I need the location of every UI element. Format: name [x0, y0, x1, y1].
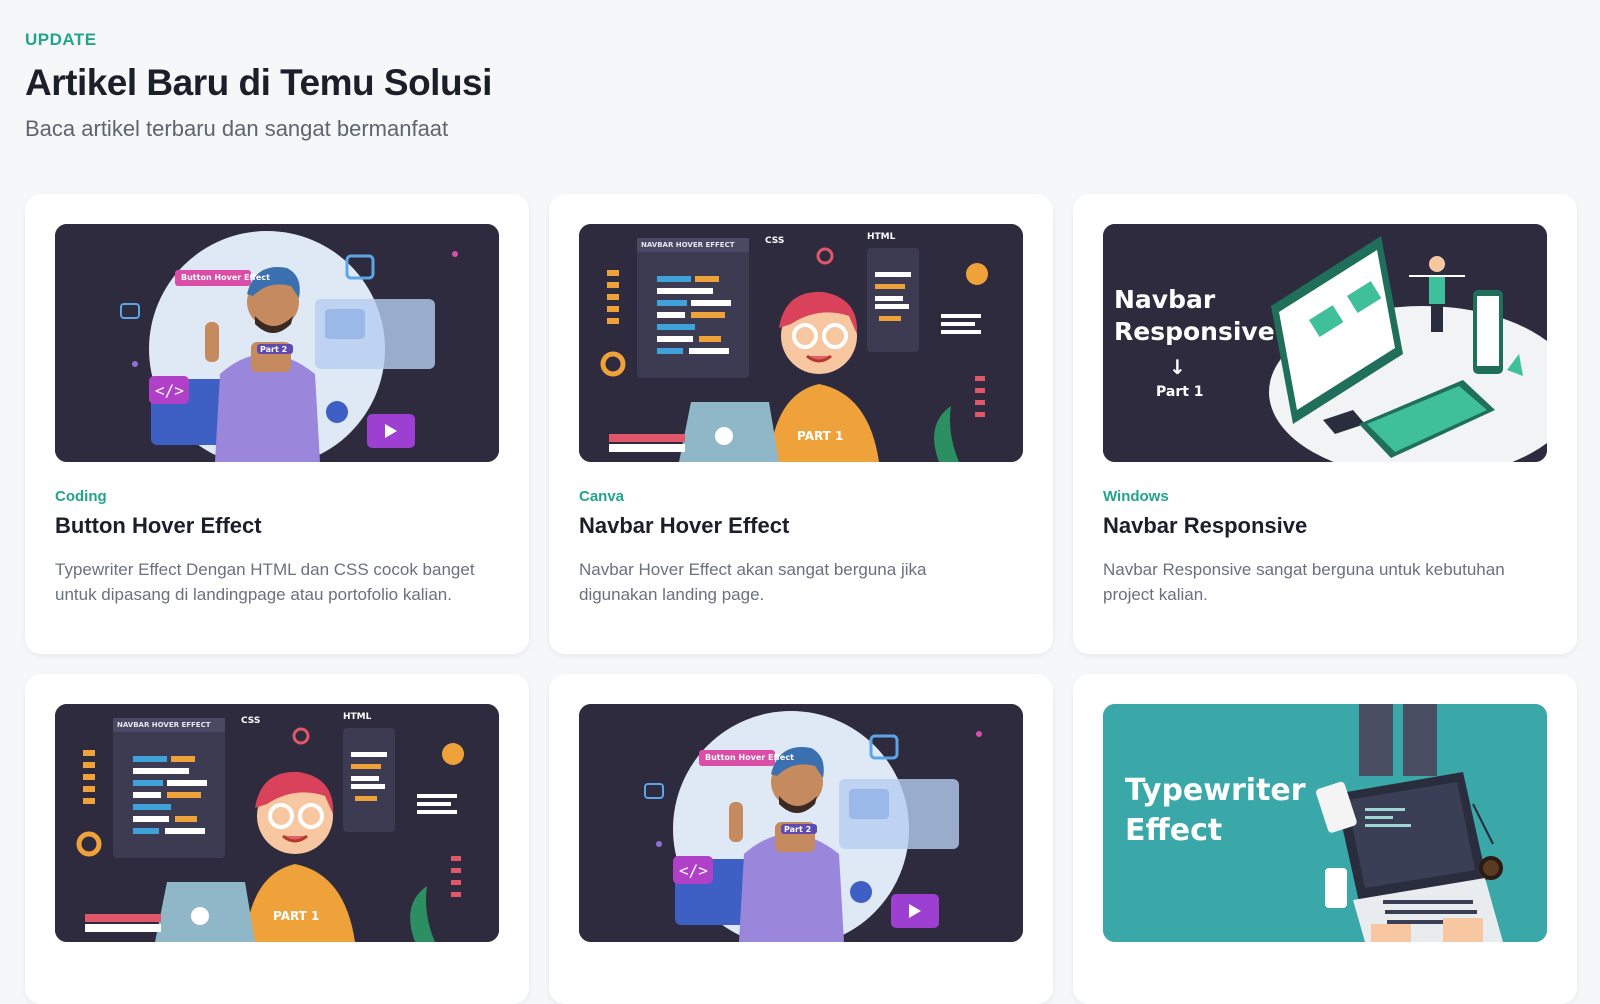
thumbnail-html-label: HTML	[867, 232, 896, 242]
thumbnail-window-title: NAVBAR HOVER EFFECT	[641, 241, 735, 249]
thumbnail-tag: Button Hover Effect	[181, 273, 270, 282]
thumbnail-css-label: CSS	[241, 716, 261, 726]
thumbnail-shirt-text: PART 1	[797, 429, 844, 443]
svg-text:</>: </>	[155, 381, 184, 400]
svg-text:</>: </>	[679, 861, 708, 880]
article-thumbnail: Navbar Responsive ↓ Part 1	[1103, 224, 1547, 462]
thumbnail-shirt-text: PART 1	[273, 909, 320, 923]
thumbnail-css-label: CSS	[765, 236, 785, 246]
article-category[interactable]: Windows	[1103, 488, 1547, 505]
thumbnail-html-label: HTML	[343, 712, 372, 722]
article-thumbnail: Typewriter Effect	[1103, 704, 1547, 942]
section-header: UPDATE Artikel Baru di Temu Solusi Baca …	[25, 30, 492, 142]
thumbnail-title-line2: Responsive	[1114, 317, 1275, 346]
article-description: Navbar Hover Effect akan sangat berguna …	[579, 560, 927, 604]
thumbnail-shirt-text: Part 2	[260, 345, 288, 354]
article-thumbnail: </> Button Hover Effect Part 2	[55, 224, 499, 462]
article-card[interactable]: Typewriter Effect	[1073, 674, 1577, 1004]
article-description: Typewriter Effect Dengan HTML dan CSS co…	[55, 560, 475, 604]
article-description: Navbar Responsive sangat berguna untuk k…	[1103, 560, 1505, 604]
thumbnail-title-line1: Typewriter	[1125, 773, 1306, 808]
article-card[interactable]: NAVBAR HOVER EFFECT CSS HTML PART 1 Canv…	[549, 194, 1053, 654]
thumbnail-window-title: NAVBAR HOVER EFFECT	[117, 721, 211, 729]
section-title: Artikel Baru di Temu Solusi	[25, 62, 492, 103]
article-card[interactable]: </> Button Hover Effect Part 2	[25, 194, 529, 654]
page: UPDATE Artikel Baru di Temu Solusi Baca …	[0, 0, 1600, 1004]
thumbnail-part-label: Part 1	[1156, 384, 1204, 400]
article-grid: </> Button Hover Effect Part 2 Coding Bu…	[25, 194, 1577, 1004]
article-thumbnail: NAVBAR HOVER EFFECT CSS HTML PART 1	[579, 224, 1023, 462]
article-card[interactable]: </> Button Hover Effect Part 2	[549, 674, 1053, 1004]
section-subtitle: Baca artikel terbaru dan sangat bermanfa…	[25, 116, 449, 141]
thumbnail-tag: Button Hover Effect	[705, 753, 794, 762]
article-title[interactable]: Button Hover Effect	[55, 513, 499, 539]
article-card[interactable]: Navbar Responsive ↓ Part 1 Windows Navba…	[1073, 194, 1577, 654]
thumbnail-shirt-text: Part 2	[784, 825, 812, 834]
article-thumbnail: NAVBAR HOVER EFFECT CSS HTML PART 1	[55, 704, 499, 942]
article-category[interactable]: Coding	[55, 488, 499, 505]
article-thumbnail: </> Button Hover Effect Part 2	[579, 704, 1023, 942]
article-card[interactable]: NAVBAR HOVER EFFECT CSS HTML PART 1	[25, 674, 529, 1004]
thumbnail-arrow-icon: ↓	[1169, 355, 1186, 379]
thumbnail-title-line2: Effect	[1125, 813, 1223, 848]
article-title[interactable]: Navbar Responsive	[1103, 513, 1547, 539]
article-category[interactable]: Canva	[579, 488, 1023, 505]
thumbnail-title-line1: Navbar	[1114, 285, 1216, 314]
article-title[interactable]: Navbar Hover Effect	[579, 513, 1023, 539]
section-eyebrow: UPDATE	[25, 30, 97, 49]
